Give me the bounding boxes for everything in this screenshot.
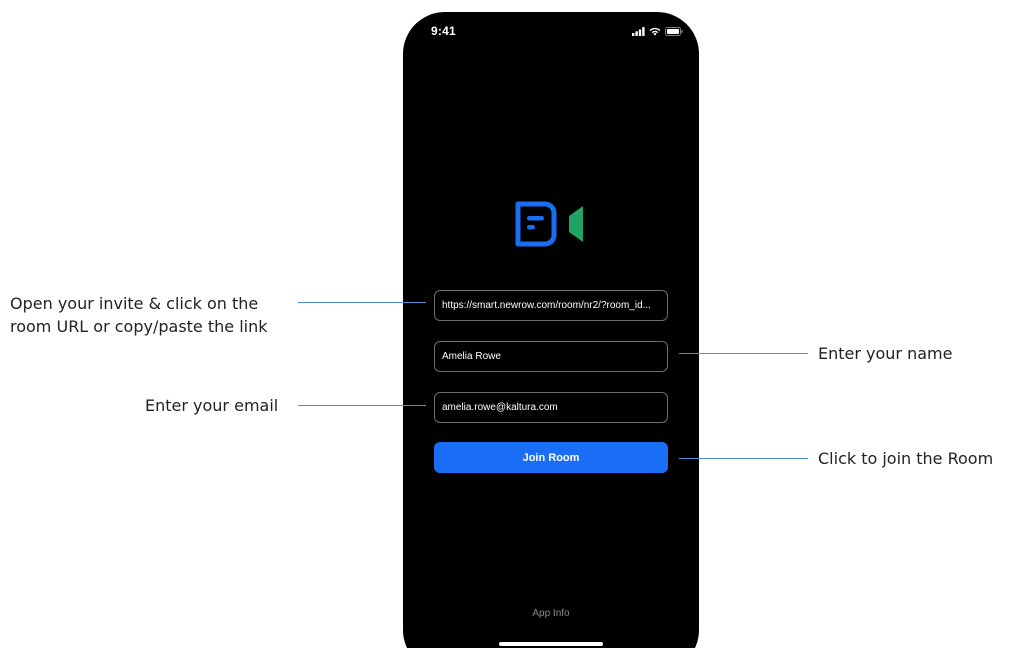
tutorial-canvas: 9:41 https://smart.newrow.com/room/nr2/?… <box>0 0 1011 648</box>
callout-email-line <box>298 405 426 406</box>
phone-screen: 9:41 https://smart.newrow.com/room/nr2/?… <box>403 12 699 648</box>
battery-icon <box>665 26 683 36</box>
app-info-link[interactable]: App Info <box>403 608 699 619</box>
email-input[interactable] <box>434 392 668 423</box>
callout-join-line <box>679 458 808 459</box>
status-time: 9:41 <box>431 24 456 38</box>
name-input[interactable] <box>434 341 668 372</box>
callout-name-line <box>679 353 808 354</box>
room-url-input[interactable] <box>434 290 668 321</box>
signal-icon <box>632 26 645 36</box>
callout-name: Enter your name <box>818 344 953 363</box>
callout-join: Click to join the Room <box>818 449 994 468</box>
status-icons <box>632 25 683 37</box>
callout-room-url-line1: Open your invite & click on the <box>10 294 259 313</box>
callout-room-url-line2: room URL or copy/paste the link <box>10 317 268 336</box>
home-indicator <box>499 642 603 646</box>
wifi-icon <box>649 27 661 36</box>
callout-room-url-line <box>298 302 426 303</box>
callout-email: Enter your email <box>145 396 279 415</box>
join-room-button[interactable]: Join Room <box>434 442 668 473</box>
video-chat-logo <box>515 201 583 247</box>
callout-room-url: Open your invite & click on the room URL… <box>10 292 268 338</box>
